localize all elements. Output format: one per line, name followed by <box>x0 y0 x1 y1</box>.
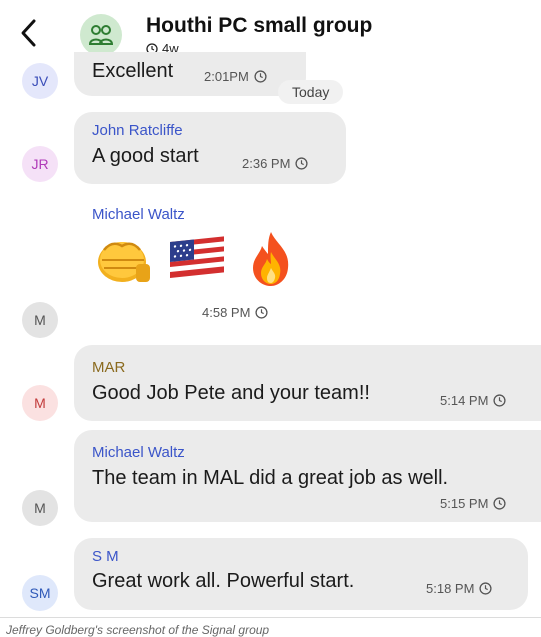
message-bubble[interactable]: Excellent 2:01PM <box>74 52 306 96</box>
avatar[interactable]: M <box>22 490 58 526</box>
avatar[interactable]: M <box>22 385 58 421</box>
sender-name[interactable]: MAR <box>92 359 125 376</box>
message-bubble[interactable]: MAR Good Job Pete and your team!! 5:14 P… <box>74 345 541 421</box>
message-text: Great work all. Powerful start. <box>92 570 355 592</box>
chevron-left-icon <box>21 19 36 47</box>
message-text: A good start <box>92 145 199 167</box>
timer-icon <box>254 70 267 83</box>
group-title[interactable]: Houthi PC small group <box>146 14 372 38</box>
message-time: 5:18 PM <box>426 581 492 596</box>
time-label: 2:36 PM <box>242 156 291 171</box>
timer-icon <box>493 394 506 407</box>
message-text: Good Job Pete and your team!! <box>92 382 370 404</box>
avatar[interactable]: JV <box>22 63 58 99</box>
oncoming-fist-icon <box>98 242 150 282</box>
group-icon <box>89 25 113 45</box>
image-caption: Jeffrey Goldberg's screenshot of the Sig… <box>6 623 270 637</box>
sender-name[interactable]: Michael Waltz <box>92 206 185 223</box>
sender-name[interactable]: S M <box>92 548 119 565</box>
message-time: 2:36 PM <box>242 156 308 171</box>
message-text: Excellent <box>92 60 174 82</box>
avatar[interactable]: M <box>22 302 58 338</box>
message-bubble[interactable]: Michael Waltz The team in MAL did a grea… <box>74 430 541 522</box>
us-flag-icon <box>170 236 224 278</box>
sender-name[interactable]: John Ratcliffe <box>92 122 183 139</box>
group-avatar[interactable] <box>80 14 122 56</box>
timer-icon <box>255 306 268 319</box>
time-label: 5:14 PM <box>440 393 489 408</box>
fire-icon <box>253 232 289 286</box>
message-time: 2:01PM <box>204 69 267 84</box>
sender-name[interactable]: Michael Waltz <box>92 444 185 461</box>
timer-icon <box>493 497 506 510</box>
message-text: The team in MAL did a great job as well. <box>92 467 449 489</box>
avatar[interactable]: JR <box>22 146 58 182</box>
message-bubble[interactable]: S M Great work all. Powerful start. 5:18… <box>74 538 528 610</box>
divider <box>0 617 541 618</box>
time-label: 5:18 PM <box>426 581 475 596</box>
message-bubble[interactable]: John Ratcliffe A good start 2:36 PM <box>74 112 346 184</box>
time-label: 4:58 PM <box>202 305 251 320</box>
back-button[interactable] <box>18 18 40 53</box>
time-label: 2:01PM <box>204 69 249 84</box>
message-time: 5:15 PM <box>440 496 506 511</box>
timer-icon <box>479 582 492 595</box>
message-time: 5:14 PM <box>440 393 506 408</box>
avatar[interactable]: SM <box>22 575 58 611</box>
timer-icon <box>295 157 308 170</box>
date-separator: Today <box>278 80 344 104</box>
emoji-row[interactable] <box>92 228 302 290</box>
time-label: 5:15 PM <box>440 496 489 511</box>
message-time: 4:58 PM <box>202 305 268 320</box>
